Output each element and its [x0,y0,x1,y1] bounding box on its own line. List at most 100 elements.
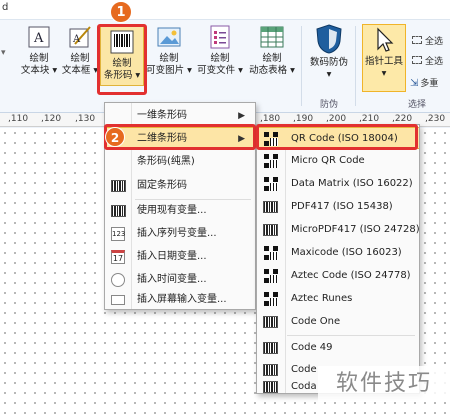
ruler-tick: ,110 [8,114,29,124]
draw-text-box-button[interactable]: A 绘制 文本框 ▾ [60,24,100,77]
label-line2: 文本框 ▾ [61,65,99,76]
svg-text:A: A [33,31,44,46]
coda-icon [263,381,278,393]
data-matrix-icon [264,177,278,191]
submenu-item-data-matrix[interactable]: Data Matrix (ISO 16022) [257,173,419,195]
cursor-icon [371,27,397,53]
menu-separator [287,335,415,336]
label-line1: 绘制 [262,53,282,64]
barcode-highlight-box [97,24,147,95]
submenu-item-aztec-runes[interactable]: Aztec Runes [257,288,419,310]
group-label-anti-fake: 防伪 [320,100,339,110]
menu-item-label: Aztec Runes [291,293,353,304]
multi-select-icon: ⇲ [410,78,419,89]
aztec-runes-icon [264,292,278,306]
ribbon-separator [301,26,302,106]
2d-barcode-submenu: QR Code (ISO 18004) Micro QR Code Data M… [256,124,420,394]
ribbon-separator [355,26,356,106]
step-badge-1: 1 [110,1,132,23]
submenu-item-micro-qr[interactable]: Micro QR Code [257,150,419,172]
label-line2: 文本块 ▾ [20,65,58,76]
draw-variable-image-button[interactable]: 绘制 可变图片 ▾ [146,24,192,77]
menu-item-insert-screen-input-variable[interactable]: 插入屏幕输入变量... [105,289,255,311]
menu-item-insert-time-variable[interactable]: 插入时间变量... [105,269,255,291]
2d-barcode-highlight-box [104,124,256,150]
select-all-2-button[interactable]: 全选 [412,54,443,67]
anti-counterfeit-button[interactable]: 数码防伪 ▾ [306,24,352,81]
draw-text-block-button[interactable]: A 绘制 文本块 ▾ [18,24,60,77]
submenu-item-code-49[interactable]: Code 49 [257,337,419,359]
menu-item-label: Maxicode (ISO 16023) [291,247,402,258]
ruler-tick: ,130 [75,114,96,124]
select-all-2-icon [412,56,422,64]
watermark-text: 软件技巧 [318,366,450,402]
code-one-icon [263,316,278,328]
label-line2: 动态表格 ▾ [249,65,295,76]
menu-item-insert-date-variable[interactable]: 17 插入日期变量... [105,246,255,268]
menu-item-use-existing-variable[interactable]: 使用现有变量... [105,200,255,222]
pointer-tool-button[interactable]: 指针工具 ▾ [362,24,406,92]
menu-item-label: Aztec Code (ISO 24778) [291,270,411,281]
ruler-tick: ,120 [41,114,62,124]
label-line1: 绘制 [210,53,230,64]
submenu-item-maxicode[interactable]: Maxicode (ISO 16023) [257,242,419,264]
maxicode-icon [264,246,278,260]
menu-item-label: 条形码(纯黑) [137,156,195,167]
ruler-tick: ,230 [425,114,446,124]
menu-item-fixed-barcode[interactable]: 固定条形码 [105,175,255,197]
label-line2: ▾ [381,68,387,79]
label-line2: 可变图片 ▾ [146,65,192,76]
menu-item-label: 插入序列号变量... [137,228,217,239]
fixed-barcode-icon [111,180,126,192]
menu-item-label: Micro QR Code [291,155,365,166]
left-scroll-icon[interactable]: ▾ [1,48,6,58]
label-line2: 可变文件 ▾ [197,65,243,76]
menu-item-label: 插入屏幕输入变量... [137,294,227,305]
menu-item-label: 使用现有变量... [137,205,207,216]
ruler-tick: ,210 [359,114,380,124]
label-line1: 绘制 [70,53,90,64]
draw-dynamic-table-button[interactable]: 绘制 动态表格 ▾ [248,24,296,77]
code-icon [263,364,278,376]
menu-item-label: PDF417 (ISO 15438) [291,201,393,212]
clock-icon [111,273,125,287]
title-strip: d [0,0,450,20]
ruler-tick: ,220 [392,114,413,124]
select-all-2-label: 全选 [425,57,444,67]
window-title: d [2,2,9,13]
label-line1: 数码防伪 [309,57,348,68]
text-box-icon: A [67,24,93,50]
submenu-item-micropdf417[interactable]: MicroPDF417 (ISO 24728) [257,219,420,241]
ruler-tick: ,190 [293,114,314,124]
image-icon [156,24,182,50]
file-icon [207,24,233,50]
calendar-icon: 17 [111,250,125,264]
pdf417-icon [263,201,278,213]
shield-icon [315,24,343,54]
menu-item-label: 插入日期变量... [137,251,207,262]
multi-select-button[interactable]: ⇲ 多重 [410,76,438,89]
step-badge-2: 2 [105,127,125,147]
aztec-code-icon [264,269,278,283]
menu-item-barcode-pure-black[interactable]: 条形码(纯黑) [105,151,255,173]
draw-variable-file-button[interactable]: 绘制 可变文件 ▾ [196,24,244,77]
submenu-item-aztec-code[interactable]: Aztec Code (ISO 24778) [257,265,419,287]
label-line1: 绘制 [159,53,179,64]
menu-item-label: Code [291,364,317,375]
ruler-tick: ,180 [260,114,281,124]
menu-item-label: 固定条形码 [137,180,187,191]
submenu-item-code-one[interactable]: Code One [257,311,419,333]
label-line2: ▾ [326,69,332,80]
menu-item-label: Code 49 [291,342,333,353]
select-all-label: 全选 [425,37,444,47]
select-all-button[interactable]: 全选 [412,34,443,47]
menu-item-label: Code One [291,316,341,327]
menu-item-label: Data Matrix (ISO 16022) [291,178,413,189]
menu-item-insert-serial-variable[interactable]: 123 插入序列号变量... [105,223,255,245]
multi-select-label: 多重 [420,79,439,89]
label-line1: 指针工具 [364,56,403,67]
menu-item-label: Coda [291,381,317,392]
submenu-item-pdf417[interactable]: PDF417 (ISO 15438) [257,196,419,218]
code-49-icon [263,342,278,354]
variable-barcode-icon [111,205,126,217]
